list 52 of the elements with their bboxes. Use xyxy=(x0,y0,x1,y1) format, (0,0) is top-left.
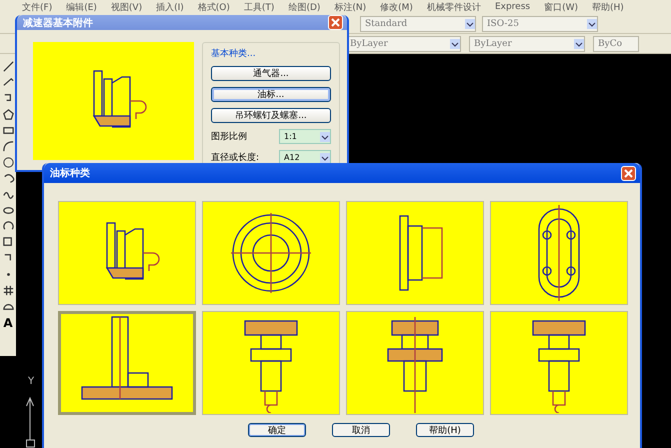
gauge-option-tile[interactable] xyxy=(58,201,196,305)
close-icon xyxy=(331,18,340,27)
lineweight-dropdown[interactable]: ByLayer xyxy=(469,36,585,52)
gauge-option-tile[interactable] xyxy=(202,201,340,305)
menu-item[interactable]: 修改(M) xyxy=(380,0,413,14)
menu-item[interactable]: 格式(O) xyxy=(198,0,230,14)
draw-tool-icon[interactable] xyxy=(2,156,14,169)
gauge-option-tile[interactable] xyxy=(202,311,340,415)
draw-tool-icon[interactable] xyxy=(2,204,14,217)
gauge-option-tile[interactable] xyxy=(346,201,484,305)
option-button[interactable]: 吊环螺钉及螺塞... xyxy=(211,108,331,123)
menu-item[interactable]: 文件(F) xyxy=(22,0,52,14)
option-button[interactable]: 油标... xyxy=(211,87,331,102)
window-title: 减速器基本附件 xyxy=(23,16,93,30)
gauge-option-tile[interactable] xyxy=(346,311,484,415)
close-icon xyxy=(624,168,633,178)
text-tool[interactable]: A xyxy=(3,316,13,330)
dialog-button[interactable]: 取消 xyxy=(332,423,390,437)
field-label: 图形比例 xyxy=(211,130,247,143)
color-dropdown[interactable]: ByCo xyxy=(593,36,639,52)
draw-tool-icon[interactable] xyxy=(2,124,14,137)
axis-label: Y xyxy=(28,376,34,387)
menu-item[interactable]: 插入(I) xyxy=(156,0,184,14)
window-title: 油标种类 xyxy=(50,166,90,180)
field-label: 直径或长度: xyxy=(211,152,260,164)
option-button[interactable]: 通气器... xyxy=(211,66,331,81)
menu-item[interactable]: 机械零件设计 xyxy=(426,0,481,14)
menu-item[interactable]: 工具(T) xyxy=(244,0,274,14)
dimension-style-dropdown[interactable]: ISO-25 xyxy=(482,16,598,32)
draw-tool-icon[interactable] xyxy=(2,236,14,249)
gauge-option-tile[interactable] xyxy=(58,311,196,415)
menu-item[interactable]: 窗口(W) xyxy=(544,0,578,14)
close-button[interactable] xyxy=(328,15,343,30)
menu-item[interactable]: 标注(N) xyxy=(334,0,366,14)
draw-tool-icon[interactable] xyxy=(2,172,14,185)
gauge-option-tile[interactable] xyxy=(490,201,628,305)
text-style-dropdown[interactable]: Standard xyxy=(360,16,476,32)
menu-item[interactable]: 编辑(E) xyxy=(66,0,97,14)
dialog-button[interactable]: 确定 xyxy=(248,423,306,437)
value-dropdown[interactable]: 1:1 xyxy=(279,129,331,144)
dialog-button[interactable]: 帮助(H) xyxy=(416,423,474,437)
draw-tool-icon[interactable] xyxy=(2,140,14,153)
menu-item[interactable]: 视图(V) xyxy=(110,0,142,14)
draw-tool-icon[interactable] xyxy=(2,60,14,73)
menu-item[interactable]: 帮助(H) xyxy=(592,0,624,14)
gauge-option-tile[interactable] xyxy=(490,311,628,415)
menu-item[interactable]: 绘图(D) xyxy=(288,0,320,14)
draw-tool-icon[interactable] xyxy=(2,284,14,297)
group-title: 基本种类... xyxy=(211,48,257,60)
close-button[interactable] xyxy=(621,166,636,180)
menu-item[interactable]: Express xyxy=(494,2,530,12)
draw-tool-icon[interactable] xyxy=(2,108,14,121)
